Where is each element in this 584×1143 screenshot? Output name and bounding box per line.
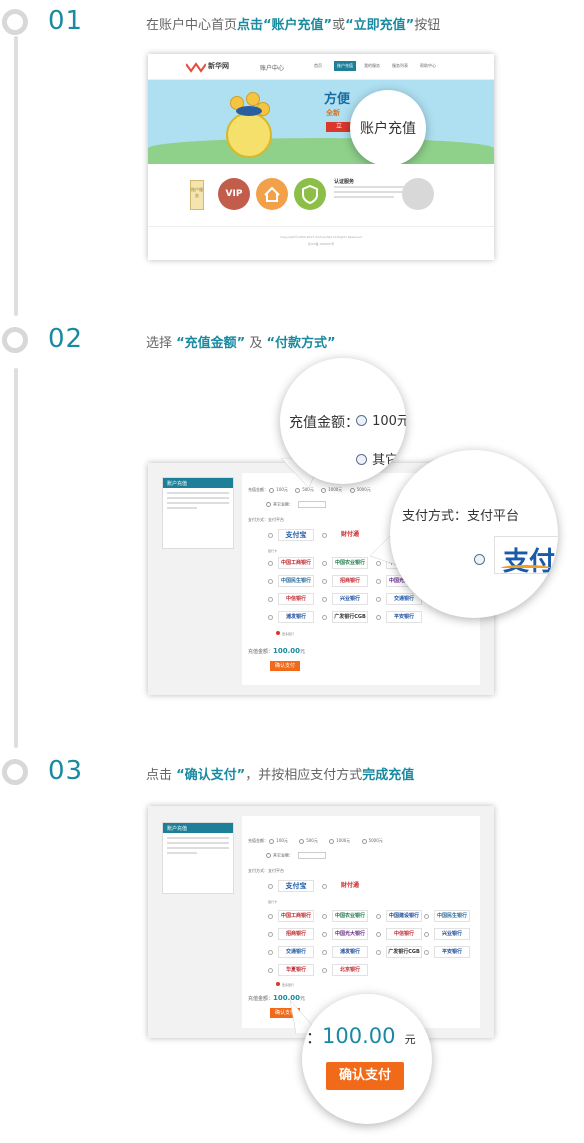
bank-logo[interactable]: 中国建设银行 (386, 910, 422, 922)
timeline-line (14, 368, 18, 748)
bank-logo[interactable]: 浦发银行 (332, 946, 368, 958)
more-banks-link[interactable]: 更多银行 (276, 631, 294, 636)
bank-logo[interactable]: 广发银行CGB (386, 946, 422, 958)
account-center-screenshot: 新华网 账户中心 首页 账户充值 我的服务 服务列表 帮助中心 方便 全新 立 … (148, 54, 494, 260)
bank-logo[interactable]: 中国民生银行 (434, 910, 470, 922)
bank-logo[interactable]: 中国民生银行 (278, 575, 314, 587)
amount-100-radio[interactable]: 100元 (356, 410, 406, 429)
home-icon[interactable] (256, 178, 288, 210)
payment-method-label: 支付方式：支付平台 (402, 509, 520, 524)
timeline-node (2, 9, 28, 35)
bank-logo[interactable]: 兴业银行 (434, 928, 470, 940)
step-number: 01 (48, 6, 84, 36)
account-recharge-button[interactable]: 账户充值 (350, 118, 426, 138)
step-number: 02 (48, 324, 84, 354)
money-bag-image (222, 92, 276, 158)
magnifier-recharge: 账户充值 (350, 90, 426, 166)
alipay-logo[interactable]: 支付宝 (278, 880, 314, 892)
bank-logo[interactable]: 北京银行 (332, 964, 368, 976)
magnifier-payment: 支付方式：支付平台 支付 (390, 450, 558, 618)
other-amount-input[interactable] (298, 852, 327, 859)
bank-logo[interactable]: 华夏银行 (278, 964, 314, 976)
services-row: 账户服务 VIP 认证服务 (148, 164, 494, 224)
bank-logo[interactable]: 兴业银行 (332, 593, 368, 605)
account-center-title: 账户中心 (260, 65, 285, 72)
bank-logo[interactable]: 平安银行 (386, 611, 422, 623)
confirm-pay-button[interactable]: 确认支付 (326, 1062, 404, 1090)
alipay-logo[interactable]: 支付宝 (278, 529, 314, 541)
hero-banner: 方便 全新 立 (148, 80, 494, 164)
vip-badge[interactable]: VIP (218, 178, 250, 210)
bank-logo[interactable]: 中国农业银行 (332, 910, 368, 922)
magnifier-confirm: ：100.00 元 确认支付 (302, 994, 432, 1124)
bank-logo[interactable]: 中信银行 (278, 593, 314, 605)
site-footer: Copyright©2000-2013 Xinhua Net All Right… (148, 226, 494, 260)
other-amount-input[interactable] (298, 501, 327, 508)
side-panel: 账户充值 (162, 477, 234, 549)
nav-service-list[interactable]: 服务列表 (392, 63, 408, 69)
nav-my-services[interactable]: 我的服务 (364, 63, 380, 69)
bank-logo[interactable]: 招商银行 (332, 575, 368, 587)
tenpay-logo[interactable]: 财付通 (332, 529, 368, 541)
bank-logo[interactable]: 中国工商银行 (278, 910, 314, 922)
shield-icon[interactable] (294, 178, 326, 210)
bank-logo[interactable]: 中国工商银行 (278, 557, 314, 569)
bank-card-label: 银行卡 (268, 549, 278, 553)
site-header: 新华网 账户中心 首页 账户充值 我的服务 服务列表 帮助中心 (148, 54, 494, 80)
amount-label: 充值金额： (289, 415, 359, 431)
alipay-logo[interactable]: 支付 (494, 536, 558, 574)
magnifier-amount: 充值金额： 100元 其它金 (280, 358, 406, 484)
auth-description (334, 186, 404, 201)
recharge-now-button[interactable]: 立 (326, 122, 352, 132)
nav-home[interactable]: 首页 (314, 63, 322, 69)
step-number: 03 (48, 756, 84, 786)
timeline-node (2, 327, 28, 353)
step-instruction: 在账户中心首页点击“账户充值”或“立即充值”按钮 (146, 18, 441, 33)
timeline-node (2, 759, 28, 785)
tenpay-logo[interactable]: 财付通 (332, 880, 368, 892)
side-panel: 账户充值 (162, 822, 234, 894)
confirm-payment-screenshot: 账户充值 充值金额： 100元 500元 1000元 5000元 其它金额： 支… (148, 806, 494, 1038)
alipay-radio[interactable] (474, 549, 485, 568)
nav-recharge[interactable]: 账户充值 (334, 61, 356, 71)
bank-card-label: 银行卡 (268, 900, 278, 904)
nav-help[interactable]: 帮助中心 (420, 63, 436, 69)
confirm-pay-button[interactable]: 确认支付 (270, 661, 300, 671)
other-amount-row: 其它金额： (266, 852, 327, 859)
bank-logo[interactable]: 招商银行 (278, 928, 314, 940)
timeline-line (14, 36, 18, 316)
pay-method-label: 支付方式：支付平台 (248, 868, 284, 873)
pay-method-label: 支付方式：支付平台 (248, 517, 284, 522)
bank-logo[interactable]: 广发银行CGB (332, 611, 368, 623)
other-amount-radio[interactable]: 其它金 (356, 449, 406, 468)
amount-row: 充值金额： 100元 500元 1000元 5000元 (248, 838, 383, 844)
bank-logo[interactable]: 交通银行 (278, 946, 314, 958)
gray-service-icon[interactable] (402, 178, 434, 210)
other-amount-row: 其它金额： (266, 501, 327, 508)
step-instruction: 选择 “充值金额” 及 “付款方式” (146, 336, 336, 351)
grass (148, 138, 494, 164)
bank-logo[interactable]: 中信银行 (386, 928, 422, 940)
banner-subtitle: 全新 (326, 109, 340, 117)
auth-service-title: 认证服务 (334, 179, 355, 185)
bank-logo[interactable]: 中国农业银行 (332, 557, 368, 569)
bank-logo[interactable]: 中国光大银行 (332, 928, 368, 940)
tag-label: 账户服务 (190, 180, 204, 210)
amount-display: ：100.00 元 (306, 1024, 416, 1048)
site-logo: 新华网 (186, 61, 246, 73)
more-banks-link[interactable]: 更多银行 (276, 982, 294, 987)
amount-summary: 充值金额：100.00元 (248, 647, 306, 655)
bank-logo[interactable]: 浦发银行 (278, 611, 314, 623)
step-instruction: 点击 “确认支付”，并按相应支付方式完成充值 (146, 768, 415, 783)
bank-logo[interactable]: 平安银行 (434, 946, 470, 958)
banner-title: 方便 (324, 92, 351, 107)
